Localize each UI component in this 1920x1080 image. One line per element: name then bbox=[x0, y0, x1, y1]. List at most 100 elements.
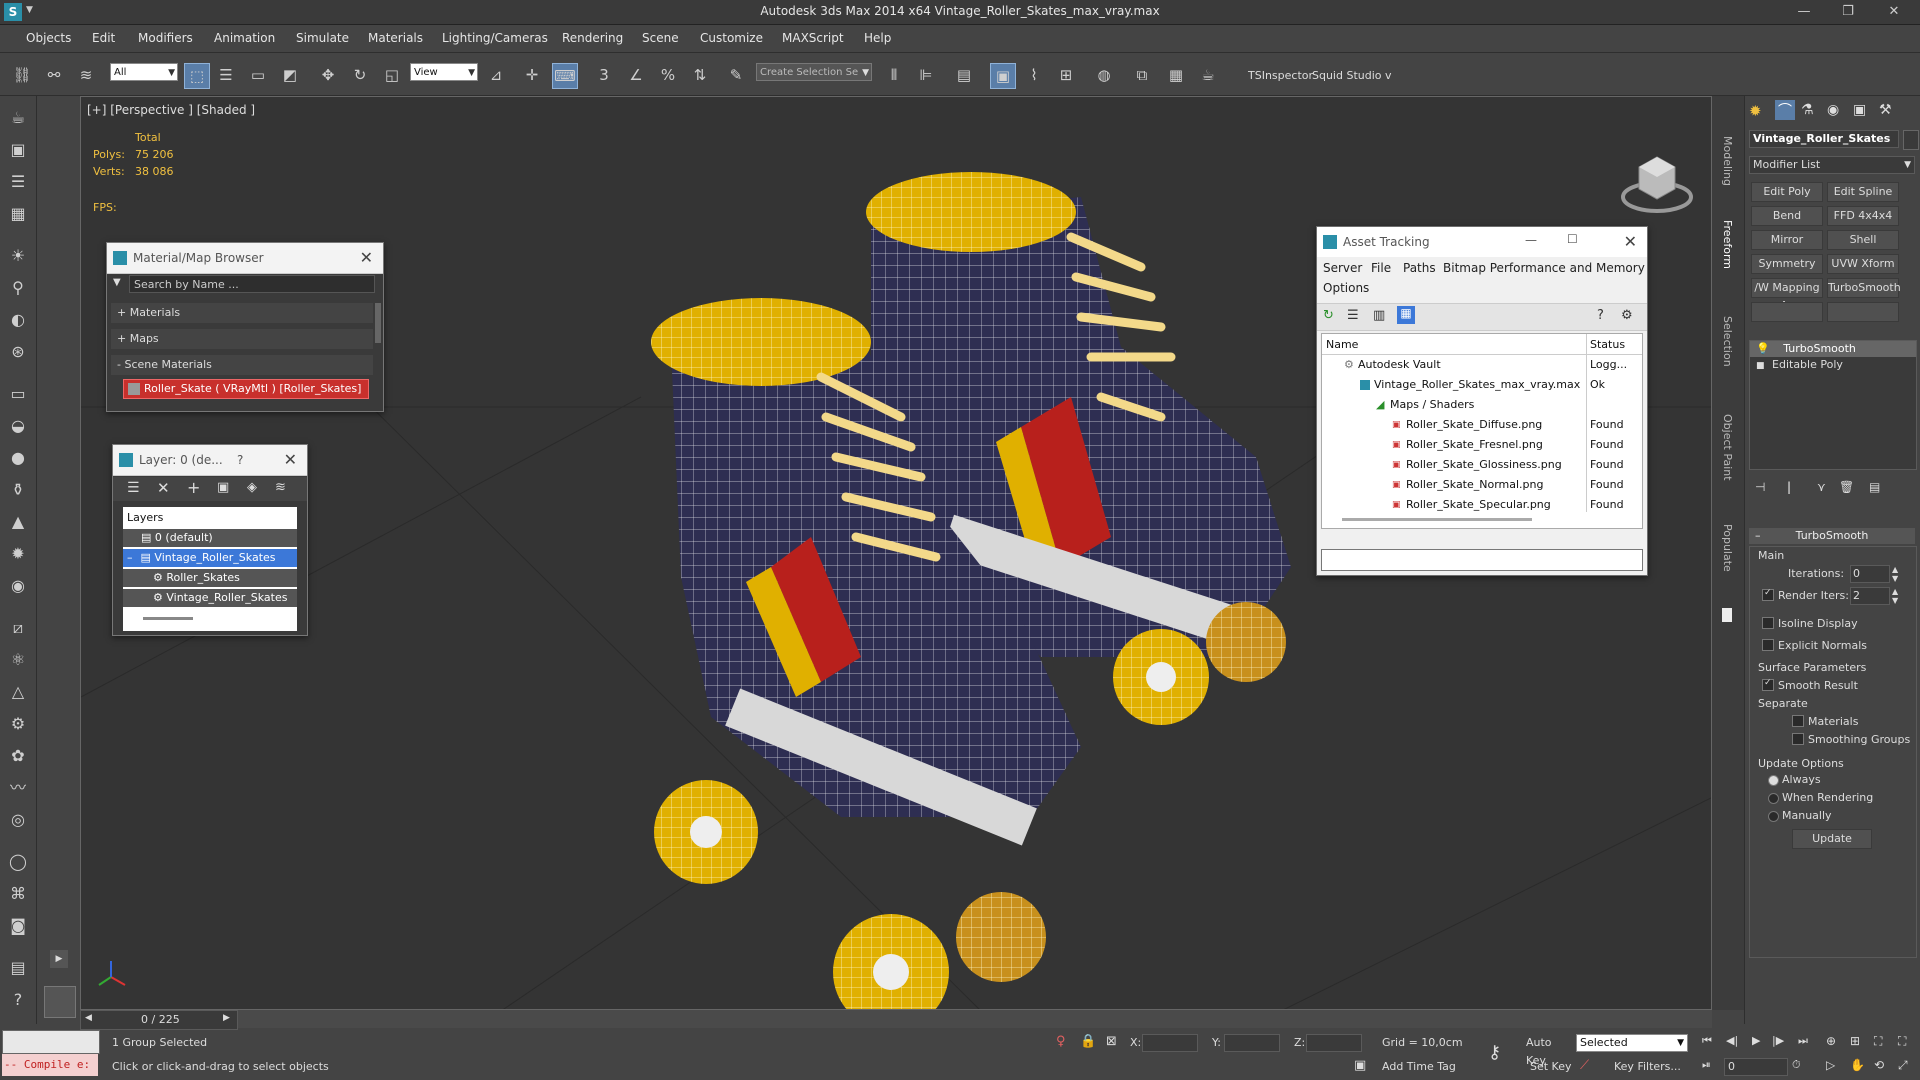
grid-icon[interactable]: ▦ bbox=[6, 202, 30, 226]
render-production-icon[interactable]: ☕ bbox=[1196, 63, 1220, 87]
menu-scene[interactable]: Scene bbox=[642, 31, 679, 45]
mirror-icon[interactable]: ⫴ bbox=[882, 63, 906, 87]
layer-expand-icon[interactable]: – bbox=[127, 551, 133, 564]
mod-ffd-button[interactable]: FFD 4x4x4 bbox=[1827, 206, 1899, 226]
script-icon[interactable]: ⌘ bbox=[6, 882, 30, 906]
side-tab-freeform[interactable]: Freeform bbox=[1721, 220, 1734, 269]
layer-row-vintage[interactable]: – ▤ Vintage_Roller_Skates bbox=[123, 549, 297, 567]
asset-menu-options[interactable]: Options bbox=[1323, 281, 1369, 295]
utilities-tab-icon[interactable]: ⚒ bbox=[1879, 102, 1892, 118]
zoom-extents-icon[interactable]: ⛶ bbox=[1874, 1034, 1882, 1049]
next-frame-icon[interactable]: |▶ bbox=[1772, 1034, 1784, 1047]
menu-modifiers[interactable]: Modifiers bbox=[138, 31, 193, 45]
mod-shell-button[interactable]: Shell bbox=[1827, 230, 1899, 250]
select-object-icon[interactable]: ⬚ bbox=[184, 63, 210, 89]
update-always-radio[interactable] bbox=[1768, 775, 1779, 786]
menu-objects[interactable]: Objects bbox=[26, 31, 71, 45]
side-tab-selection[interactable]: Selection bbox=[1721, 316, 1734, 367]
isolate-icon[interactable]: ♀ bbox=[1056, 1034, 1066, 1049]
lock-icon[interactable]: 🔒 bbox=[1080, 1034, 1096, 1049]
render-setup-icon[interactable]: ⧉ bbox=[1130, 63, 1154, 87]
asset-path-field[interactable] bbox=[1321, 549, 1643, 571]
material-search-input[interactable]: Search by Name ... bbox=[129, 275, 375, 293]
z-coordinate-field[interactable] bbox=[1306, 1034, 1362, 1052]
current-frame-field[interactable]: 0 bbox=[1724, 1058, 1788, 1076]
play-icon[interactable]: ▶ bbox=[1752, 1034, 1760, 1047]
asset-maximize-button[interactable]: ☐ bbox=[1567, 232, 1578, 246]
select-by-name-icon[interactable]: ☰ bbox=[214, 63, 238, 87]
ball-icon[interactable]: ● bbox=[6, 446, 30, 470]
bulb-icon[interactable]: 💡 bbox=[1756, 342, 1770, 355]
zoom-all-icon[interactable]: ⊞ bbox=[1850, 1034, 1860, 1048]
asset-col-status[interactable]: Status bbox=[1590, 338, 1625, 351]
asset-row[interactable]: Vintage_Roller_Skates_max_vray.max Ok bbox=[1322, 376, 1642, 394]
time-config-icon[interactable]: ⏱ bbox=[1792, 1058, 1801, 1072]
mod-uvw-mapping-button[interactable]: /W Mapping Ac bbox=[1751, 278, 1823, 312]
goto-start-icon[interactable]: ⏮ bbox=[1702, 1034, 1712, 1048]
side-tab-populate[interactable]: Populate bbox=[1721, 524, 1734, 572]
sun-icon[interactable]: ✹ bbox=[6, 542, 30, 566]
spinner-snap-icon[interactable]: ⇅ bbox=[688, 63, 712, 87]
absolute-mode-icon[interactable]: ⊠ bbox=[1106, 1034, 1117, 1049]
select-manipulate-icon[interactable]: ✛ bbox=[520, 63, 544, 87]
update-manually-radio[interactable] bbox=[1768, 811, 1779, 822]
menu-materials[interactable]: Materials bbox=[368, 31, 423, 45]
globe-icon[interactable]: ◯ bbox=[6, 850, 30, 874]
pivot-center-icon[interactable]: ⊿ bbox=[484, 63, 508, 87]
maximize-button[interactable]: ❐ bbox=[1828, 2, 1868, 22]
expand-icon[interactable]: ■ bbox=[1756, 361, 1765, 371]
pin-stack-icon[interactable]: ⊣ bbox=[1755, 480, 1765, 494]
maps-section[interactable]: + Maps bbox=[111, 329, 373, 349]
modify-tab-icon[interactable]: ⌒ bbox=[1775, 100, 1795, 120]
materials-section[interactable]: + Materials bbox=[111, 303, 373, 323]
asset-minimize-button[interactable]: — bbox=[1525, 233, 1537, 247]
stack-item-editable-poly[interactable]: ■ Editable Poly bbox=[1750, 357, 1916, 373]
spiral-icon[interactable]: ◎ bbox=[6, 808, 30, 832]
asset-col-name[interactable]: Name bbox=[1326, 338, 1358, 351]
time-prev-icon[interactable]: ◀ bbox=[85, 1013, 92, 1023]
spinner-arrows-icon[interactable]: ▲ ▼ bbox=[1892, 565, 1898, 583]
pan-icon[interactable]: ✋ bbox=[1850, 1058, 1865, 1072]
side-tab-object-paint[interactable]: Object Paint bbox=[1721, 414, 1734, 481]
render-iters-checkbox[interactable]: ✓ bbox=[1762, 588, 1774, 601]
delete-layer-icon[interactable]: ✕ bbox=[157, 479, 170, 497]
cone-icon[interactable]: ▲ bbox=[6, 510, 30, 534]
add-to-layer-icon[interactable]: + bbox=[187, 478, 200, 497]
asset-row[interactable]: ◢ Maps / Shaders bbox=[1322, 396, 1642, 414]
asset-close-button[interactable]: ✕ bbox=[1624, 232, 1637, 251]
make-unique-icon[interactable]: ⋎ bbox=[1817, 480, 1826, 494]
asset-menu-bitmap[interactable]: Bitmap Performance and Memory bbox=[1443, 261, 1645, 275]
x-coordinate-field[interactable] bbox=[1142, 1034, 1198, 1052]
asset-menu-paths[interactable]: Paths bbox=[1403, 261, 1436, 275]
rendered-frame-window-icon[interactable]: ▦ bbox=[1164, 63, 1188, 87]
material-browser-scrollbar[interactable] bbox=[375, 303, 381, 343]
selected-dropdown[interactable]: Selected ▼ bbox=[1576, 1034, 1688, 1052]
time-slider[interactable]: ◀ 0 / 225 ▶ bbox=[80, 1010, 238, 1030]
auto-key-button[interactable]: Auto Key bbox=[1526, 1034, 1574, 1067]
thumbnail-view-icon[interactable]: ▥ bbox=[1373, 308, 1385, 323]
key-filters-button[interactable]: Key Filters... bbox=[1614, 1058, 1684, 1076]
modifier-list-dropdown[interactable]: Modifier List ▼ bbox=[1749, 156, 1915, 174]
create-tab-icon[interactable]: ✹ bbox=[1749, 102, 1762, 120]
timeline-track[interactable] bbox=[238, 1010, 1712, 1028]
graphite-tools-icon[interactable]: ▣ bbox=[990, 63, 1016, 89]
menu-help[interactable]: Help bbox=[864, 31, 891, 45]
maxscript-listener[interactable] bbox=[2, 1030, 100, 1054]
asset-row[interactable]: ▣ Roller_Skate_Specular.png Found bbox=[1322, 496, 1642, 514]
side-strip-handle[interactable] bbox=[1722, 608, 1732, 622]
plane-icon[interactable]: ▭ bbox=[6, 382, 30, 406]
bind-space-warp-icon[interactable]: ≋ bbox=[74, 63, 98, 87]
material-browser-options-icon[interactable]: ▼ bbox=[113, 277, 121, 288]
teapot-small-icon[interactable]: ⚱ bbox=[6, 478, 30, 502]
asset-row[interactable]: ▣ Roller_Skate_Diffuse.png Found bbox=[1322, 416, 1642, 434]
object-name-field[interactable]: Vintage_Roller_Skates bbox=[1749, 130, 1899, 148]
menu-customize[interactable]: Customize bbox=[700, 31, 763, 45]
asset-row[interactable]: ▣ Roller_Skate_Fresnel.png Found bbox=[1322, 436, 1642, 454]
hide-layers-icon[interactable]: ≋ bbox=[275, 480, 286, 495]
select-in-layer-icon[interactable]: ▣ bbox=[217, 480, 229, 495]
mod-bend-button[interactable]: Bend bbox=[1751, 206, 1823, 226]
atom-icon[interactable]: ⚛ bbox=[6, 648, 30, 672]
angle-snap-icon[interactable]: ∠ bbox=[624, 63, 648, 87]
layer-dialog-close-icon[interactable]: ✕ bbox=[284, 450, 297, 469]
asset-menu-server[interactable]: Server bbox=[1323, 261, 1362, 275]
